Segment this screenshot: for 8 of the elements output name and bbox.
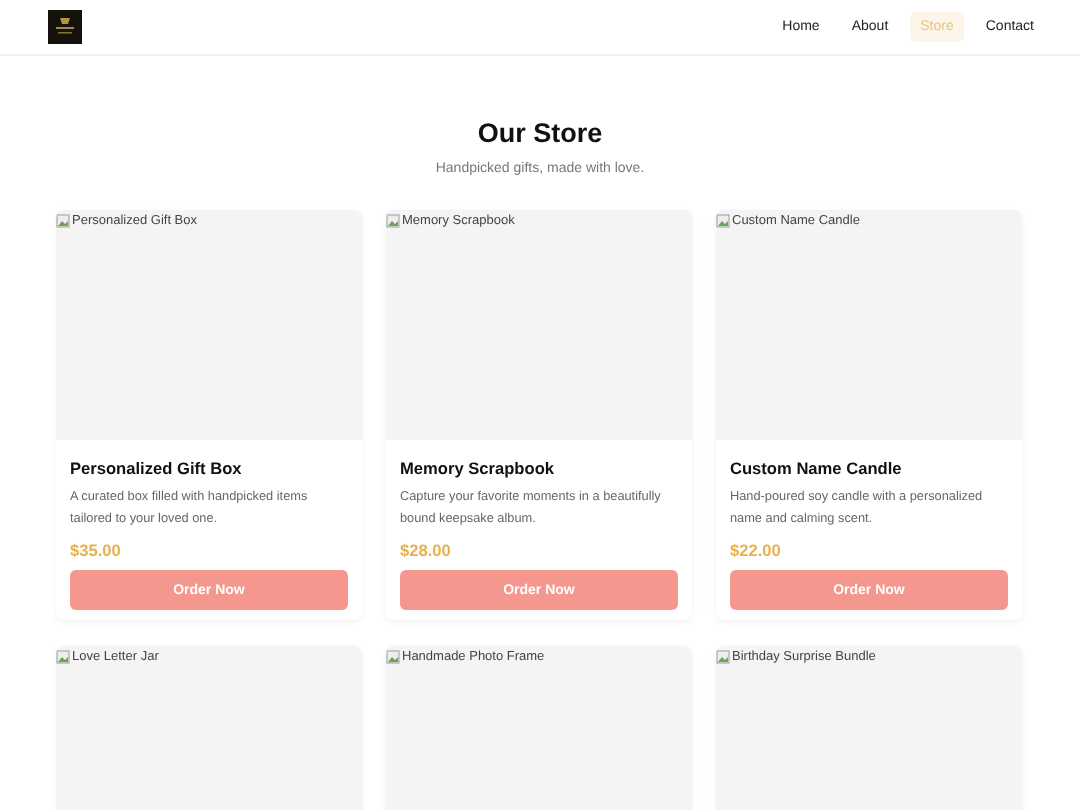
- product-price: $28.00: [400, 540, 453, 560]
- logo[interactable]: [48, 10, 82, 44]
- product-name: Personalized Gift Box: [70, 458, 244, 478]
- product-price: $35.00: [70, 540, 123, 560]
- page-title: Our Store: [477, 118, 603, 148]
- product-price: $22.00: [730, 540, 783, 560]
- product-name: Custom Name Candle: [730, 458, 904, 478]
- product-name: Memory Scrapbook: [400, 458, 556, 478]
